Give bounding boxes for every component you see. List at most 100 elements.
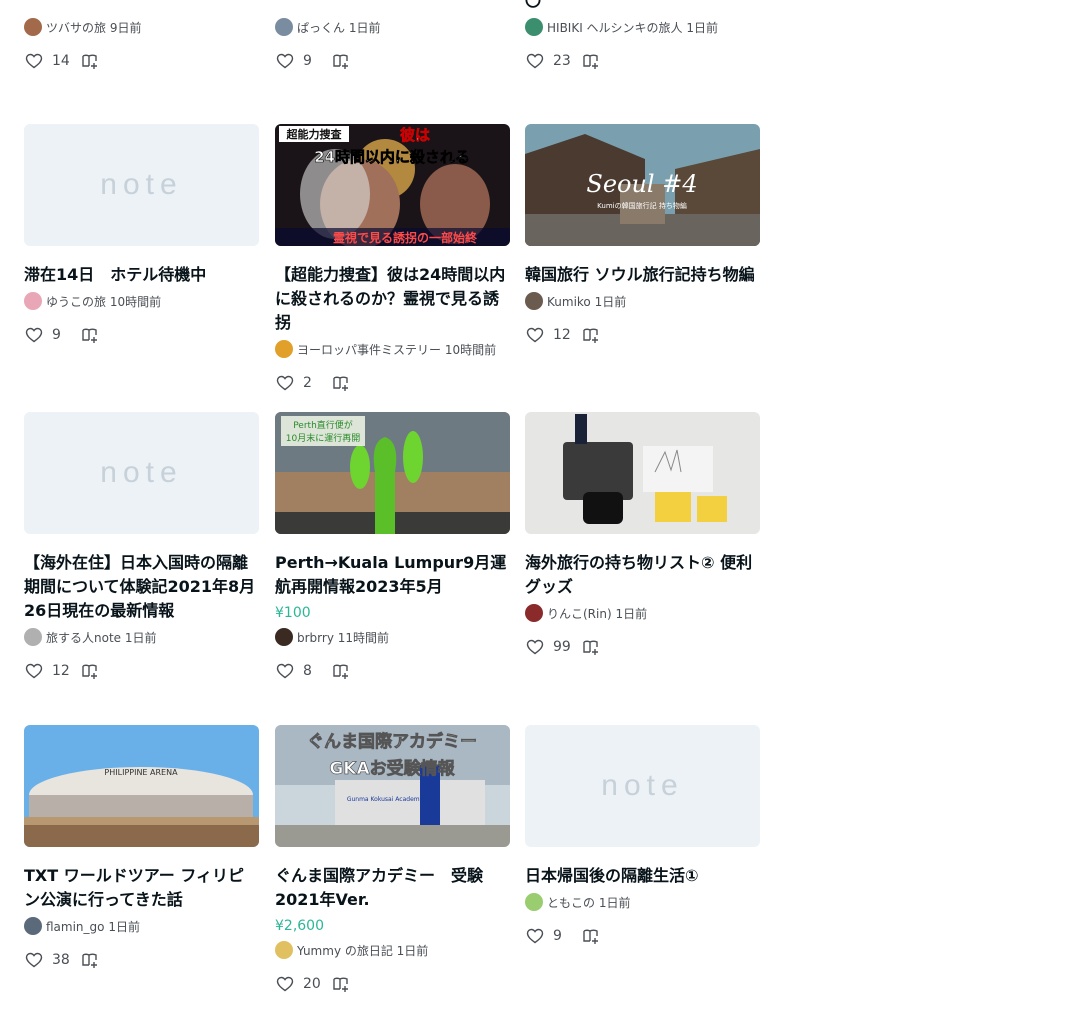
author-name-and-time[interactable]: ヨーロッパ事件ミステリー 10時間前: [297, 341, 496, 358]
like-count: 20: [303, 976, 321, 992]
author-avatar[interactable]: [275, 18, 293, 36]
heart-icon[interactable]: [275, 51, 295, 71]
article-thumbnail[interactable]: 超能力捜査 彼は 24時間以内に殺される 霊視で見る誘拐の一部始終: [275, 124, 510, 246]
article-title[interactable]: 海外旅行の持ち物リスト② 便利グッズ: [525, 551, 760, 599]
author-name-and-time[interactable]: ツバサの旅 9日前: [46, 19, 141, 36]
heart-icon[interactable]: [275, 974, 295, 994]
article-thumbnail[interactable]: ぐんま国際アカデミー GKAお受験情報 Gunma Kokusai Academy: [275, 725, 510, 847]
article-thumbnail[interactable]: note: [525, 725, 760, 847]
gka-thumbnail-graphic: ぐんま国際アカデミー GKAお受験情報 Gunma Kokusai Academy: [275, 725, 510, 847]
author-avatar[interactable]: [24, 917, 42, 935]
author-avatar[interactable]: [24, 18, 42, 36]
article-card[interactable]: ツバサの旅 9日前 14: [24, 0, 259, 71]
add-to-magazine-icon[interactable]: [331, 373, 351, 393]
article-card[interactable]: ぐんま国際アカデミー GKAお受験情報 Gunma Kokusai Academy ぐ…: [275, 725, 510, 994]
author-avatar[interactable]: [525, 604, 543, 622]
heart-icon[interactable]: [525, 325, 545, 345]
heart-icon[interactable]: [525, 637, 545, 657]
perth-sign2: 10月末に運行再開: [286, 432, 360, 444]
add-to-magazine-icon[interactable]: [331, 51, 351, 71]
article-thumbnail[interactable]: note: [24, 124, 259, 246]
arena-sign: PHILIPPINE ARENA: [104, 768, 178, 777]
psychic-line2: 24時間以内に殺される: [314, 148, 470, 166]
author-name-and-time[interactable]: brbrry 11時間前: [297, 629, 389, 646]
article-card[interactable]: note 日本帰国後の隔離生活① ともこの 1日前 9: [525, 725, 760, 946]
heart-icon[interactable]: [24, 325, 44, 345]
items-thumbnail-graphic: [525, 412, 760, 534]
article-actions: 8: [275, 661, 510, 681]
author-avatar[interactable]: [525, 292, 543, 310]
article-card[interactable]: 海外旅行の持ち物リスト② 便利グッズりんこ(Rin) 1日前 99: [525, 412, 760, 657]
author-avatar[interactable]: [275, 340, 293, 358]
article-title[interactable]: [275, 0, 510, 13]
article-thumbnail[interactable]: note: [24, 412, 259, 534]
author-name-and-time[interactable]: ぱっくん 1日前: [297, 19, 380, 36]
author-avatar[interactable]: [275, 941, 293, 959]
article-actions: 99: [525, 637, 760, 657]
like-count: 23: [553, 53, 571, 69]
article-meta: ゆうこの旅 10時間前: [24, 292, 259, 310]
article-card[interactable]: note 滞在14日 ホテル待機中 ゆうこの旅 10時間前 9: [24, 124, 259, 345]
article-title[interactable]: 日本帰国後の隔離生活①: [525, 864, 760, 888]
article-card[interactable]: ぱっくん 1日前 9: [275, 0, 510, 71]
add-to-magazine-icon[interactable]: [581, 637, 601, 657]
article-title[interactable]: 【海外在住】日本入国時の隔離期間について体験記2021年8月26日現在の最新情報: [24, 551, 259, 623]
note-thumbnail-graphic: note: [24, 412, 259, 534]
article-thumbnail[interactable]: Seoul #4 Kumiの韓国旅行記 持ち物編: [525, 124, 760, 246]
article-actions: 20: [275, 974, 510, 994]
heart-icon[interactable]: [24, 51, 44, 71]
like-count: 12: [52, 663, 70, 679]
add-to-magazine-icon[interactable]: [581, 51, 601, 71]
add-to-magazine-icon[interactable]: [80, 950, 100, 970]
add-to-magazine-icon[interactable]: [80, 51, 100, 71]
author-avatar[interactable]: [275, 628, 293, 646]
like-count: 2: [303, 375, 312, 391]
add-to-magazine-icon[interactable]: [581, 926, 601, 946]
article-title[interactable]: 韓国旅行 ソウル旅行記持ち物編: [525, 263, 760, 287]
add-to-magazine-icon[interactable]: [331, 974, 351, 994]
gka-sign: Gunma Kokusai Academy: [347, 796, 424, 803]
add-to-magazine-icon[interactable]: [331, 661, 351, 681]
author-avatar[interactable]: [24, 292, 42, 310]
article-thumbnail[interactable]: Perth直行便が 10月末に運行再開: [275, 412, 510, 534]
heart-icon[interactable]: [24, 661, 44, 681]
heart-icon[interactable]: [275, 661, 295, 681]
author-name-and-time[interactable]: 旅する人note 1日前: [46, 629, 157, 646]
article-thumbnail[interactable]: [525, 412, 760, 534]
article-card[interactable]: 〇 HIBIKI ヘルシンキの旅人 1日前 23: [525, 0, 760, 71]
article-card[interactable]: Seoul #4 Kumiの韓国旅行記 持ち物編韓国旅行 ソウル旅行記持ち物編 Ku…: [525, 124, 760, 345]
heart-icon[interactable]: [525, 926, 545, 946]
author-name-and-time[interactable]: ゆうこの旅 10時間前: [46, 293, 161, 310]
article-title[interactable]: 【超能力捜査】彼は24時間以内に殺されるのか？霊視で見る誘拐: [275, 263, 510, 335]
author-name-and-time[interactable]: flamin_go 1日前: [46, 918, 140, 935]
article-title[interactable]: TXT ワールドツアー フィリピン公演に行ってきた話: [24, 864, 259, 912]
author-avatar[interactable]: [525, 18, 543, 36]
article-title[interactable]: ぐんま国際アカデミー 受験 2021年Ver.: [275, 864, 510, 912]
article-card[interactable]: note 【海外在住】日本入国時の隔離期間について体験記2021年8月26日現在の…: [24, 412, 259, 681]
gka-line1: ぐんま国際アカデミー: [307, 731, 477, 752]
add-to-magazine-icon[interactable]: [80, 661, 100, 681]
author-avatar[interactable]: [24, 628, 42, 646]
perth-thumbnail-graphic: Perth直行便が10月末に運行再開: [275, 412, 510, 534]
article-title[interactable]: [24, 0, 259, 13]
article-title[interactable]: 〇: [525, 0, 760, 13]
article-title[interactable]: Perth→Kuala Lumpur9月運航再開情報2023年5月: [275, 551, 510, 599]
heart-icon[interactable]: [275, 373, 295, 393]
author-name-and-time[interactable]: Kumiko 1日前: [547, 293, 626, 310]
author-avatar[interactable]: [525, 893, 543, 911]
author-name-and-time[interactable]: りんこ(Rin) 1日前: [547, 605, 647, 622]
author-name-and-time[interactable]: Yummy の旅日記 1日前: [297, 942, 428, 959]
article-title[interactable]: 滞在14日 ホテル待機中: [24, 263, 259, 287]
article-card[interactable]: 超能力捜査 彼は 24時間以内に殺される 霊視で見る誘拐の一部始終【超能力捜査】彼は2…: [275, 124, 510, 393]
heart-icon[interactable]: [24, 950, 44, 970]
add-to-magazine-icon[interactable]: [581, 325, 601, 345]
article-card[interactable]: PHILIPPINE ARENA TXT ワールドツアー フィリピン公演に行ってき…: [24, 725, 259, 970]
heart-icon[interactable]: [525, 51, 545, 71]
article-price: ¥100: [275, 605, 311, 621]
add-to-magazine-icon[interactable]: [80, 325, 100, 345]
article-thumbnail[interactable]: PHILIPPINE ARENA: [24, 725, 259, 847]
author-name-and-time[interactable]: HIBIKI ヘルシンキの旅人 1日前: [547, 19, 718, 36]
article-meta: りんこ(Rin) 1日前: [525, 604, 760, 622]
author-name-and-time[interactable]: ともこの 1日前: [547, 894, 630, 911]
article-card[interactable]: Perth直行便が 10月末に運行再開 Perth→Kuala Lumpur9月運航…: [275, 412, 510, 681]
